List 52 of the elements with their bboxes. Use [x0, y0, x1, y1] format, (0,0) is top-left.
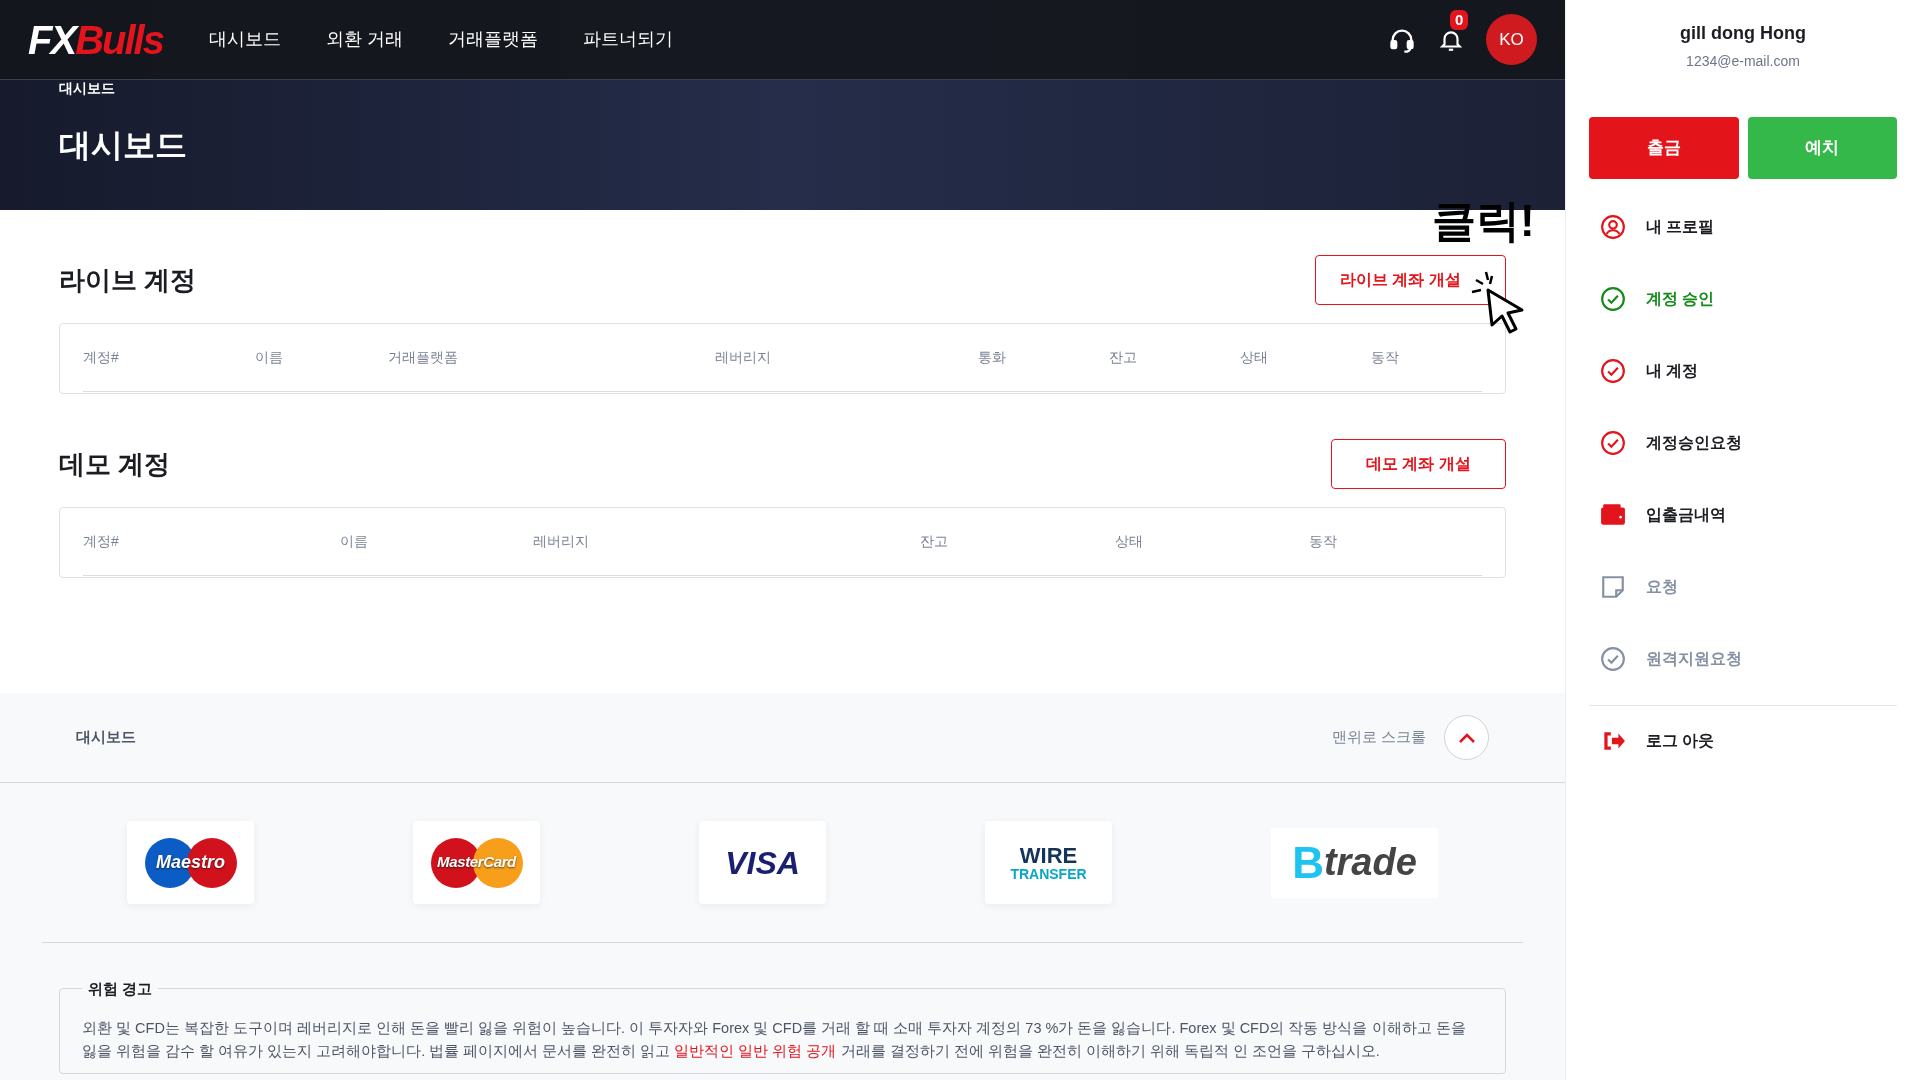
column-header: 상태 — [1240, 348, 1269, 367]
section-title: 라이브 계정 — [59, 263, 197, 297]
withdraw-button[interactable]: 출금 — [1589, 117, 1739, 179]
open-live-account-button[interactable]: 라이브 계좌 개설 — [1315, 255, 1506, 305]
column-header: 이름 — [255, 348, 284, 367]
column-header: 상태 — [1115, 532, 1144, 551]
page-title: 대시보드 — [59, 126, 188, 165]
sidebar-menu-item[interactable]: 계정승인요청 — [1589, 407, 1897, 479]
notification-count: 0 — [1450, 9, 1469, 30]
risk-disclosure-link[interactable]: 일반적인 일반 위험 공개 — [674, 1043, 837, 1059]
column-header: 동작 — [1371, 348, 1400, 367]
wire-transfer-logo: WIRE TRANSFER — [985, 821, 1112, 904]
breadcrumb: 대시보드 — [59, 79, 116, 98]
sidebar-menu-item[interactable]: 계정 승인 — [1589, 263, 1897, 335]
logout-link[interactable]: 로그 아웃 — [1589, 706, 1897, 776]
column-header: 잔고 — [1109, 348, 1138, 367]
check-circle-icon — [1600, 646, 1626, 672]
column-header: 통화 — [978, 348, 1007, 367]
column-header: 동작 — [1309, 532, 1338, 551]
nav-link[interactable]: 거래플랫폼 — [447, 26, 538, 53]
open-demo-account-button[interactable]: 데모 계좌 개설 — [1331, 439, 1506, 489]
section-title: 데모 계정 — [59, 447, 171, 481]
column-header: 거래플랫폼 — [388, 348, 459, 367]
nav-link[interactable]: 파트너되기 — [582, 26, 673, 53]
user-email: 1234@e-mail.com — [1685, 52, 1801, 71]
sidebar-menu-item[interactable]: 내 계정 — [1589, 335, 1897, 407]
column-header: 레버리지 — [715, 348, 772, 367]
column-header: 잔고 — [920, 532, 949, 551]
btrade-logo: Btrade — [1271, 827, 1438, 898]
check-circle-icon — [1600, 286, 1626, 312]
footer-breadcrumb: 대시보드 — [76, 727, 136, 748]
sidebar-menu-item[interactable]: 내 프로필 — [1589, 191, 1897, 263]
visa-logo: VISA — [699, 821, 826, 904]
click-annotation: 클릭! — [1432, 195, 1535, 247]
column-header: 계정# — [83, 532, 120, 551]
check-circle-icon — [1600, 430, 1626, 456]
check-circle-icon — [1600, 358, 1626, 384]
language-button[interactable]: KO — [1486, 14, 1537, 65]
user-icon — [1600, 214, 1626, 240]
column-header: 레버리지 — [533, 532, 590, 551]
note-icon — [1600, 574, 1626, 600]
column-header: 계정# — [83, 348, 120, 367]
nav-link[interactable]: 대시보드 — [208, 26, 281, 53]
wallet-icon — [1600, 502, 1626, 528]
column-header: 이름 — [340, 532, 369, 551]
user-name: gill dong Hong — [1679, 22, 1807, 45]
risk-warning-text: 외환 및 CFD는 복잡한 도구이며 레버리지로 인해 돈을 빨리 잃을 위험이 높습니다. 이 투자자와 Forex 및 CFD를 거래 할 때 소매 투자자 계정의 73 %가 돈을 잃습니다. Forex 및 CFD의 작동 방식을 이해하고 돈을 잃을 위험을 감수 할 여유가 있는지 고려해야합니다. 법률 페이지에서 문서를 완전히 읽고 일반적인 일반 위험 공개 거래를 결정하기 전에 위험을 완전히 이해하기 위해 독립적 인 조언을 구하십시오. — [82, 1019, 1467, 1061]
scroll-top-button[interactable] — [1444, 715, 1489, 760]
nav-link[interactable]: 외환 거래 — [325, 26, 403, 53]
scroll-top-label: 맨위로 스크롤 — [1331, 727, 1426, 748]
brand-logo: FXBulls — [28, 19, 163, 60]
sidebar-menu-item[interactable]: 입출금내역 — [1589, 479, 1897, 551]
